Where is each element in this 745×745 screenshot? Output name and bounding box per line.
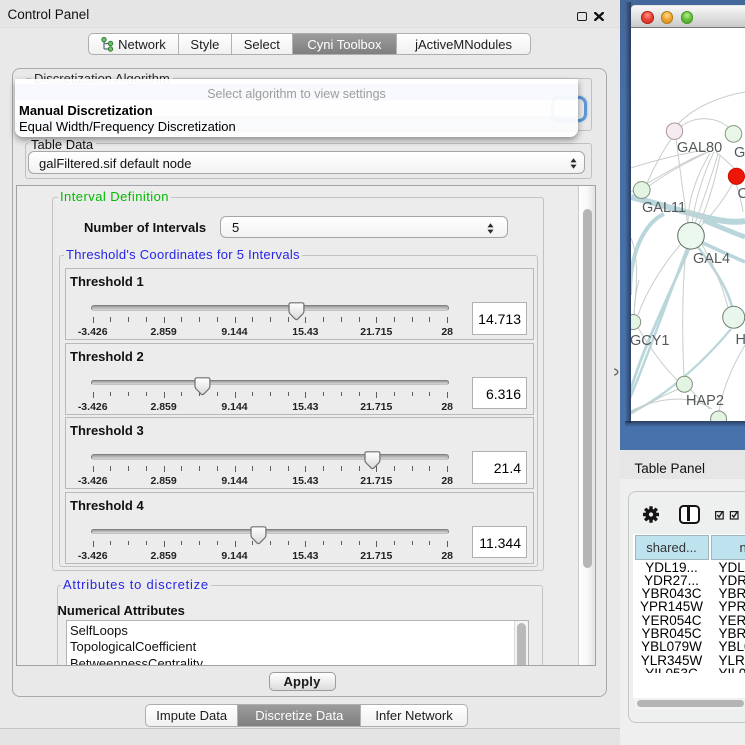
svg-text:GAL: GAL	[734, 145, 745, 161]
svg-text:CR: CR	[738, 186, 745, 202]
svg-text:GAL80: GAL80	[677, 140, 722, 156]
svg-text:GAL11: GAL11	[642, 200, 686, 216]
svg-text:GAL4: GAL4	[693, 251, 730, 267]
svg-text:GCY1: GCY1	[631, 333, 670, 349]
svg-text:HAP2: HAP2	[686, 393, 724, 409]
svg-text:HI: HI	[736, 332, 745, 348]
